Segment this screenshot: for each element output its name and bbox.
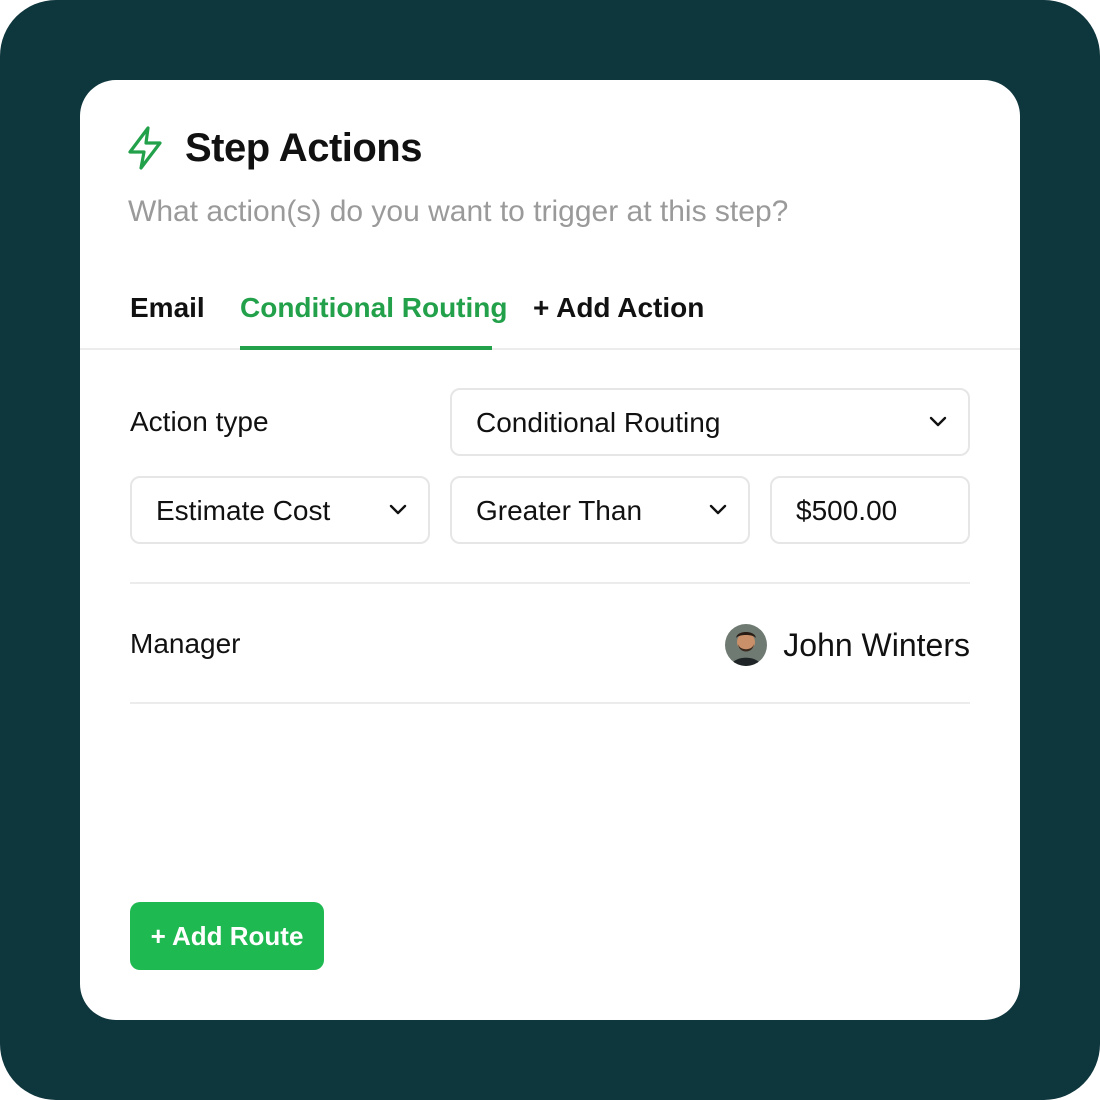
condition-operator-select[interactable]: Greater Than	[450, 476, 750, 544]
add-route-button[interactable]: + Add Route	[130, 902, 324, 970]
chevron-down-icon	[929, 416, 947, 427]
active-tab-indicator	[240, 346, 492, 350]
condition-field-select[interactable]: Estimate Cost	[130, 476, 430, 544]
chevron-down-icon	[389, 504, 407, 515]
lightning-bolt-icon	[128, 126, 162, 170]
avatar[interactable]	[725, 624, 767, 666]
condition-amount-value: $500.00	[796, 495, 898, 526]
tab-conditional-routing[interactable]: Conditional Routing	[240, 290, 508, 326]
condition-amount-input[interactable]: $500.00	[770, 476, 970, 544]
tab-email[interactable]: Email	[130, 290, 205, 326]
condition-operator-value: Greater Than	[476, 495, 643, 526]
outer-frame: Step Actions What action(s) do you want …	[0, 0, 1100, 1100]
manager-name[interactable]: John Winters	[783, 625, 970, 665]
action-type-value: Conditional Routing	[476, 407, 721, 438]
condition-field-value: Estimate Cost	[156, 495, 331, 526]
divider	[130, 582, 970, 584]
manager-label: Manager	[130, 628, 241, 659]
step-actions-card: Step Actions What action(s) do you want …	[80, 80, 1020, 1020]
action-type-select[interactable]: Conditional Routing	[450, 388, 970, 456]
page-subtitle: What action(s) do you want to trigger at…	[128, 195, 789, 228]
page-title: Step Actions	[185, 126, 423, 170]
divider	[130, 702, 970, 704]
action-type-label: Action type	[130, 406, 269, 437]
tab-add-action[interactable]: + Add Action	[533, 290, 704, 326]
tab-bar: Email Conditional Routing + Add Action	[80, 280, 1020, 350]
chevron-down-icon	[709, 504, 727, 515]
